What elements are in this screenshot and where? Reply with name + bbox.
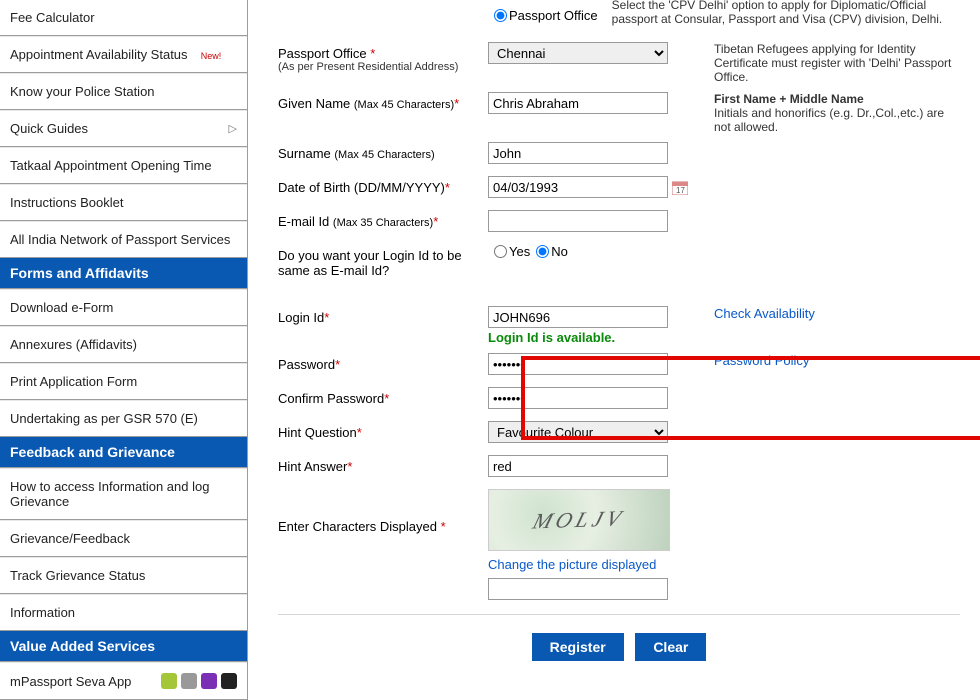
sidebar-item-police-station[interactable]: Know your Police Station: [0, 73, 247, 110]
given-name-sublabel: (Max 45 Characters): [354, 99, 454, 111]
captcha-label: Enter Characters Displayed: [278, 519, 437, 534]
sidebar-item-print-application[interactable]: Print Application Form: [0, 363, 247, 400]
sidebar-header-value-added: Value Added Services: [0, 631, 247, 662]
passport-office-label: Passport Office: [278, 46, 367, 61]
sidebar-item-mpassport[interactable]: mPassport Seva App: [0, 662, 247, 700]
login-id-label: Login Id: [278, 310, 324, 325]
windows-icon: [201, 673, 217, 689]
surname-input[interactable]: [488, 142, 668, 164]
sidebar-header-feedback: Feedback and Grievance: [0, 437, 247, 468]
change-captcha-link[interactable]: Change the picture displayed: [488, 557, 656, 572]
sidebar-item-label: All India Network of Passport Services: [10, 232, 230, 247]
surname-sublabel: (Max 45 Characters): [334, 149, 434, 161]
sidebar-item-download-eform[interactable]: Download e-Form: [0, 289, 247, 326]
register-button[interactable]: Register: [532, 633, 624, 661]
given-name-label: Given Name: [278, 96, 350, 111]
register-at-passport-office-radio[interactable]: [494, 9, 507, 22]
sidebar-item-label: Download e-Form: [10, 300, 113, 315]
sidebar-item-information[interactable]: Information: [0, 594, 247, 631]
sidebar-item-label: Print Application Form: [10, 374, 137, 389]
same-login-label: Do you want your Login Id to be same as …: [278, 248, 462, 278]
email-sublabel: (Max 35 Characters): [333, 217, 433, 229]
sidebar-item-fee-calculator[interactable]: Fee Calculator: [0, 0, 247, 36]
password-input[interactable]: [488, 353, 668, 375]
email-label: E-mail Id: [278, 214, 329, 229]
sidebar-item-appointment-availability[interactable]: Appointment Availability Status New!: [0, 36, 247, 73]
sidebar-item-tatkaal[interactable]: Tatkaal Appointment Opening Time: [0, 147, 247, 184]
yes-label: Yes: [509, 244, 530, 259]
password-label: Password: [278, 357, 335, 372]
surname-label: Surname: [278, 146, 331, 161]
confirm-password-label: Confirm Password: [278, 391, 384, 406]
cpv-info-text: Select the 'CPV Delhi' option to apply f…: [598, 0, 960, 26]
android-icon: [161, 673, 177, 689]
blackberry-icon: [221, 673, 237, 689]
sidebar: Fee Calculator Appointment Availability …: [0, 0, 248, 700]
tibetan-info-text: Tibetan Refugees applying for Identity C…: [700, 42, 960, 84]
chevron-right-icon: ▷: [229, 122, 237, 135]
svg-text:17: 17: [676, 186, 685, 195]
sidebar-item-annexures[interactable]: Annexures (Affidavits): [0, 326, 247, 363]
sidebar-item-label: Annexures (Affidavits): [10, 337, 137, 352]
name-rule-title: First Name + Middle Name: [714, 92, 864, 106]
sidebar-item-undertaking-gsr[interactable]: Undertaking as per GSR 570 (E): [0, 400, 247, 437]
apple-icon: [181, 673, 197, 689]
sidebar-header-forms: Forms and Affidavits: [0, 258, 247, 289]
sidebar-item-track-grievance[interactable]: Track Grievance Status: [0, 557, 247, 594]
sidebar-item-label: Undertaking as per GSR 570 (E): [10, 411, 198, 426]
dob-input[interactable]: [488, 176, 668, 198]
email-input[interactable]: [488, 210, 668, 232]
calendar-icon[interactable]: 17: [672, 179, 688, 196]
passport-office-sublabel: (As per Present Residential Address): [278, 61, 488, 73]
login-id-availability-msg: Login Id is available.: [488, 330, 615, 345]
sidebar-item-grievance-feedback[interactable]: Grievance/Feedback: [0, 520, 247, 557]
check-availability-link[interactable]: Check Availability: [714, 306, 815, 321]
sidebar-item-label: Know your Police Station: [10, 84, 155, 99]
same-login-yes-radio[interactable]: [494, 245, 507, 258]
password-policy-link[interactable]: Password Policy: [714, 353, 809, 368]
hint-answer-label: Hint Answer: [278, 459, 347, 474]
sidebar-item-label: Grievance/Feedback: [10, 531, 130, 546]
captcha-text: MOLJV: [530, 505, 628, 534]
divider: [278, 614, 960, 615]
app-store-icons: [161, 673, 237, 689]
sidebar-item-label: Instructions Booklet: [10, 195, 123, 210]
sidebar-item-access-info[interactable]: How to access Information and log Grieva…: [0, 468, 247, 520]
sidebar-item-instructions-booklet[interactable]: Instructions Booklet: [0, 184, 247, 221]
hint-answer-input[interactable]: [488, 455, 668, 477]
sidebar-item-label: Quick Guides: [10, 121, 88, 136]
captcha-image: MOLJV: [488, 489, 670, 551]
passport-office-select[interactable]: Chennai: [488, 42, 668, 64]
sidebar-item-label: How to access Information and log Grieva…: [10, 479, 237, 509]
hint-question-select[interactable]: Favourite Colour: [488, 421, 668, 443]
sidebar-item-label: Appointment Availability Status: [10, 47, 188, 62]
captcha-input[interactable]: [488, 578, 668, 600]
sidebar-item-label: mPassport Seva App: [10, 674, 131, 689]
registration-form: Passport Office Select the 'CPV Delhi' o…: [248, 0, 980, 700]
same-login-no-radio[interactable]: [536, 245, 549, 258]
login-id-input[interactable]: [488, 306, 668, 328]
confirm-password-input[interactable]: [488, 387, 668, 409]
sidebar-item-all-india-network[interactable]: All India Network of Passport Services: [0, 221, 247, 258]
clear-button[interactable]: Clear: [635, 633, 706, 661]
dob-label: Date of Birth (DD/MM/YYYY): [278, 180, 445, 195]
given-name-input[interactable]: [488, 92, 668, 114]
sidebar-item-label: Track Grievance Status: [10, 568, 145, 583]
no-label: No: [551, 244, 568, 259]
new-badge: New!: [201, 51, 222, 61]
sidebar-item-label: Tatkaal Appointment Opening Time: [10, 158, 212, 173]
hint-question-label: Hint Question: [278, 425, 357, 440]
sidebar-item-label: Fee Calculator: [10, 10, 95, 25]
sidebar-item-quick-guides[interactable]: Quick Guides ▷: [0, 110, 247, 147]
passport-office-option-label: Passport Office: [509, 8, 598, 23]
sidebar-item-label: Information: [10, 605, 75, 620]
name-rule-text: Initials and honorifics (e.g. Dr.,Col.,e…: [714, 106, 944, 134]
